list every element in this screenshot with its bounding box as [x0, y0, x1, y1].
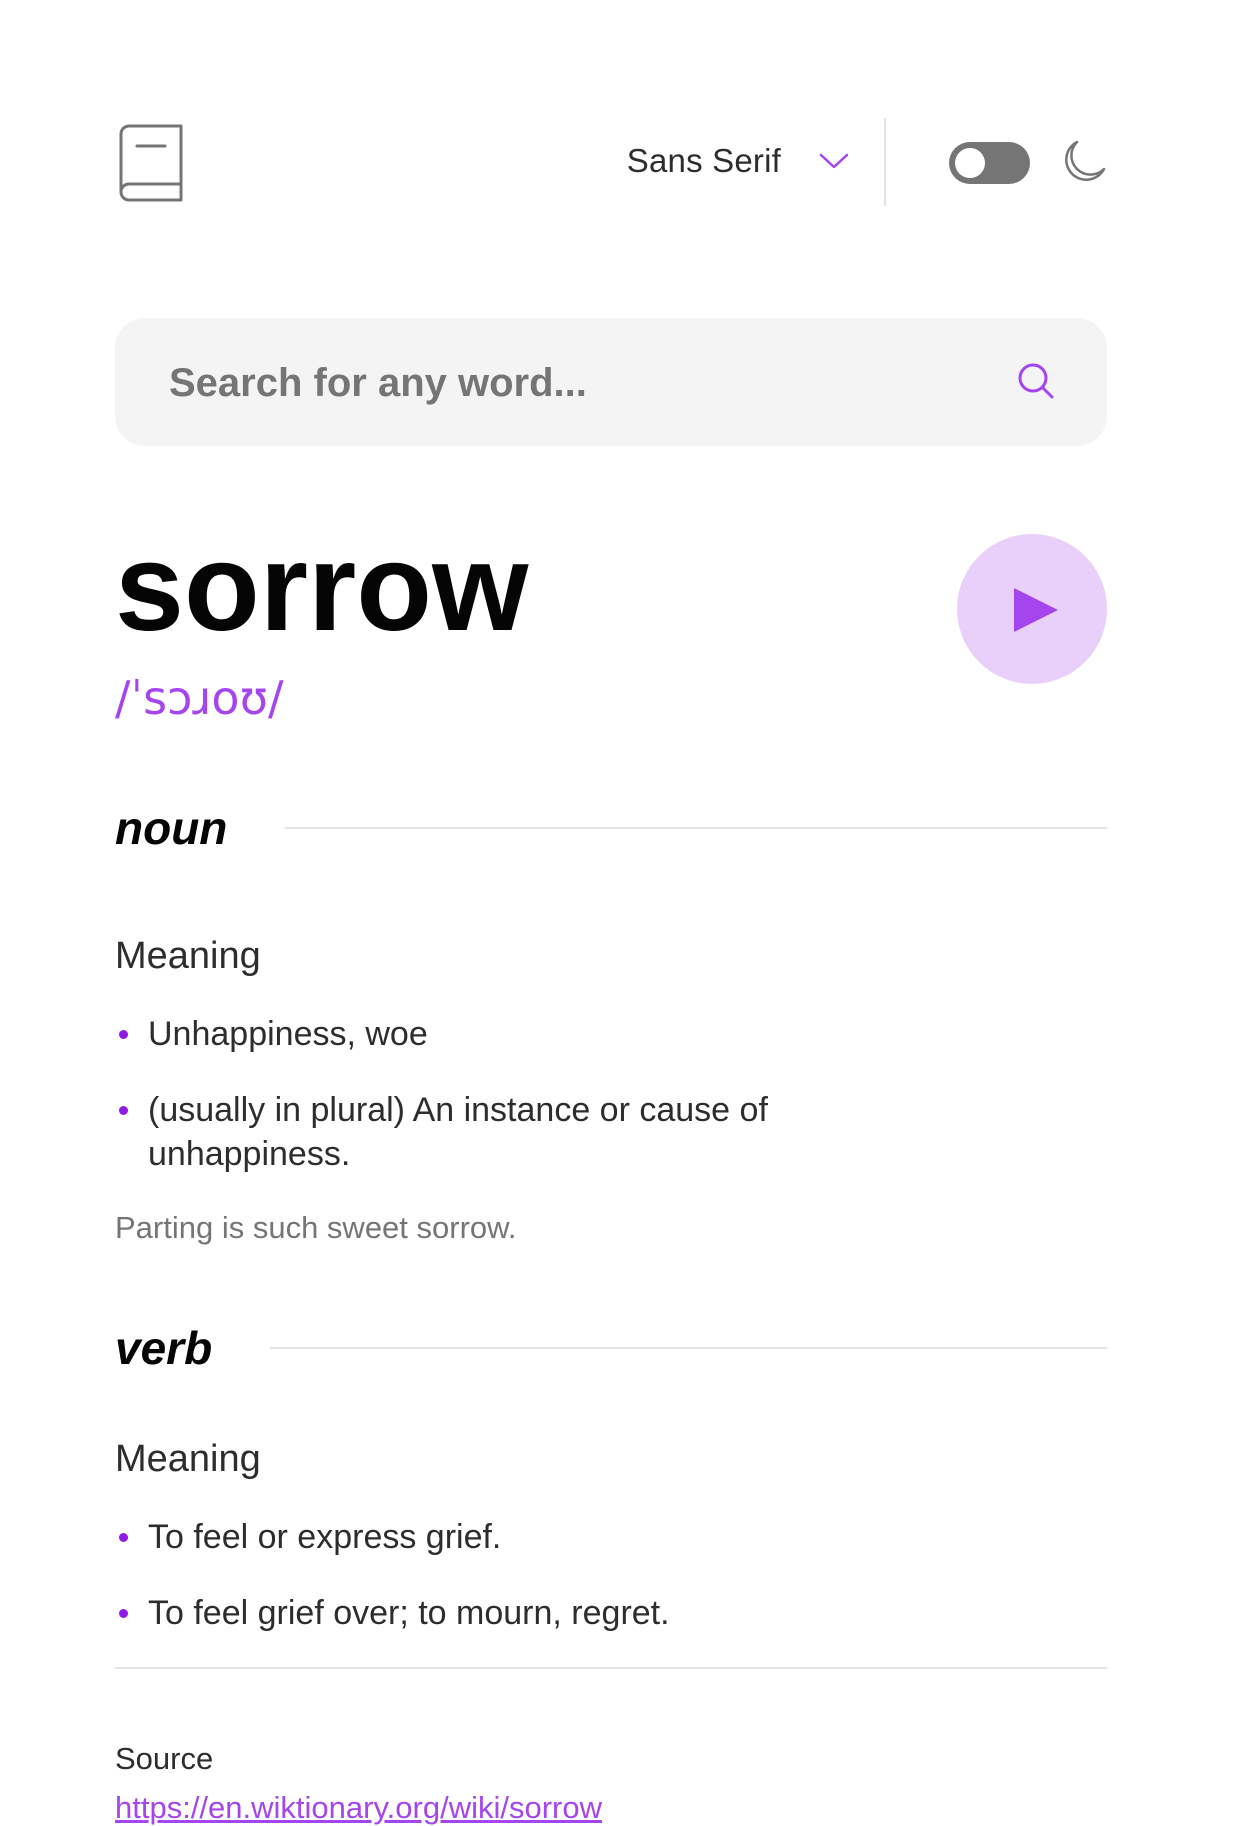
list-item: (usually in plural) An instance or cause… [115, 1088, 875, 1176]
definition-text: To feel grief over; to mourn, regret. [148, 1594, 670, 1632]
bullet [119, 1106, 128, 1115]
definition-list: To feel or express grief. To feel grief … [115, 1515, 875, 1667]
meaning-label: Meaning [115, 1438, 261, 1480]
bullet [119, 1609, 128, 1618]
meaning-label: Meaning [115, 935, 261, 977]
font-select[interactable]: Sans Serif [627, 142, 849, 180]
header-divider [884, 118, 886, 206]
chevron-down-icon [819, 153, 849, 169]
search-input[interactable] [167, 318, 971, 448]
definition-text: (usually in plural) An instance or cause… [148, 1091, 768, 1173]
search-bar [115, 318, 1107, 448]
moon-icon [1065, 140, 1106, 181]
list-item: Unhappiness, woe [115, 1012, 875, 1056]
theme-toggle[interactable] [949, 142, 1030, 184]
list-item: To feel grief over; to mourn, regret. [115, 1591, 875, 1635]
section-divider [270, 1347, 1107, 1349]
search-icon[interactable] [1017, 362, 1055, 400]
list-item: To feel or express grief. [115, 1515, 875, 1559]
play-icon [1014, 588, 1058, 632]
font-select-label: Sans Serif [626, 142, 781, 179]
section-divider [285, 827, 1107, 829]
definition-text: Unhappiness, woe [148, 1015, 428, 1053]
toggle-knob [955, 148, 985, 178]
source-link[interactable]: https://en.wiktionary.org/wiki/sorrow [115, 1790, 602, 1826]
noun-header: noun [115, 798, 1107, 858]
word-title: sorrow [115, 519, 529, 657]
example-text: Parting is such sweet sorrow. [115, 1210, 517, 1245]
part-of-speech: verb [115, 1322, 213, 1374]
phonetic-text: /ˈsɔɹoʊ/ [115, 671, 284, 725]
part-of-speech: noun [115, 802, 228, 854]
header: Sans Serif [115, 118, 1107, 208]
play-button[interactable] [957, 534, 1107, 684]
book-icon[interactable] [115, 124, 185, 202]
definition-list: Unhappiness, woe (usually in plural) An … [115, 1012, 875, 1208]
bullet [119, 1533, 128, 1542]
bullet [119, 1030, 128, 1039]
source-label: Source [115, 1741, 214, 1776]
footer-divider [115, 1667, 1107, 1669]
definition-text: To feel or express grief. [148, 1518, 502, 1556]
verb-header: verb [115, 1318, 1107, 1378]
